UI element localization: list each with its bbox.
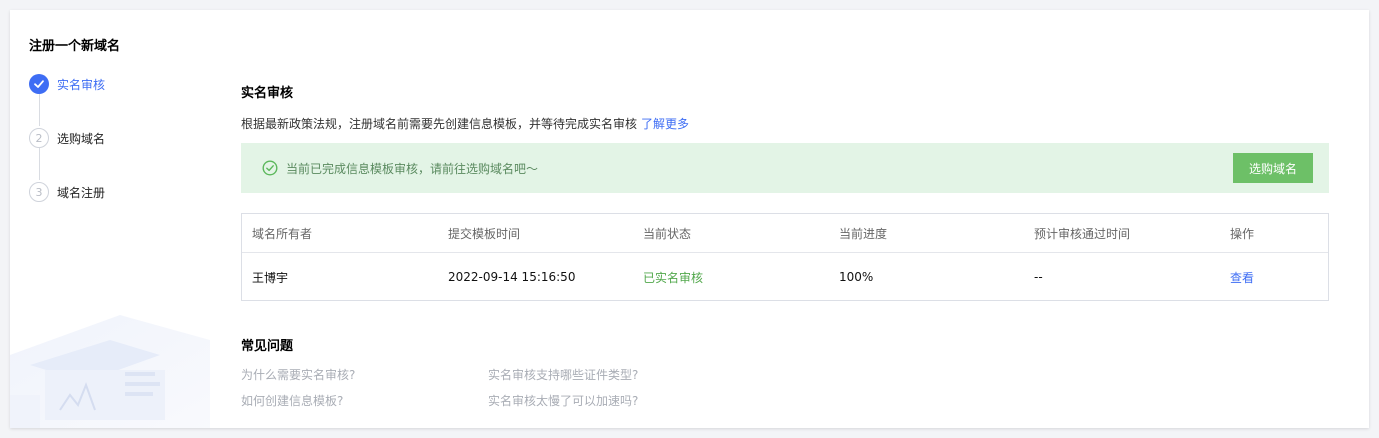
section-title-realname: 实名审核: [241, 86, 294, 101]
step-number: 3: [29, 182, 49, 202]
faq-link[interactable]: 实名审核支持哪些证件类型?: [488, 366, 638, 383]
success-check-icon: [262, 160, 278, 176]
status-cell: 已实名审核: [643, 270, 704, 285]
step-register[interactable]: 3 域名注册: [29, 182, 105, 202]
step-label: 域名注册: [57, 185, 106, 200]
column-header: 域名所有者: [252, 226, 313, 241]
column-header: 当前进度: [839, 226, 888, 241]
audit-table: 域名所有者 提交模板时间 当前状态 当前进度 预计审核通过时间 操作 王博宇 2…: [241, 213, 1329, 301]
owner-cell: 王博宇: [252, 270, 289, 285]
decorative-illustration: [10, 315, 210, 428]
learn-more-link[interactable]: 了解更多: [641, 117, 689, 131]
progress-cell: 100%: [839, 270, 874, 284]
submit-time-cell: 2022-09-14 15:16:50: [448, 270, 576, 284]
column-header: 操作: [1230, 226, 1255, 241]
step-realname[interactable]: 实名审核: [29, 74, 105, 94]
eta-cell: --: [1034, 270, 1043, 284]
success-notice: 当前已完成信息模板审核，请前往选购域名吧～ 选购域名: [241, 143, 1329, 193]
column-header: 当前状态: [643, 226, 692, 241]
table-row: 王博宇 2022-09-14 15:16:50 已实名审核 100% -- 查看: [242, 254, 1328, 300]
column-header: 预计审核通过时间: [1034, 226, 1131, 241]
select-domain-button[interactable]: 选购域名: [1233, 153, 1313, 183]
realname-description: 根据最新政策法规，注册域名前需要先创建信息模板，并等待完成实名审核 了解更多: [241, 115, 689, 132]
description-text: 根据最新政策法规，注册域名前需要先创建信息模板，并等待完成实名审核: [241, 117, 638, 131]
step-label: 实名审核: [57, 77, 106, 92]
section-title-faq: 常见问题: [241, 339, 294, 354]
column-header: 提交模板时间: [448, 226, 521, 241]
table-header: 域名所有者 提交模板时间 当前状态 当前进度 预计审核通过时间 操作: [242, 214, 1328, 253]
faq-link[interactable]: 为什么需要实名审核?: [241, 366, 355, 383]
step-connector: [39, 94, 40, 126]
step-number: 2: [29, 128, 49, 148]
page-title: 注册一个新域名: [29, 39, 121, 54]
faq-link[interactable]: 如何创建信息模板?: [241, 392, 343, 409]
notice-text: 当前已完成信息模板审核，请前往选购域名吧～: [286, 161, 539, 176]
step-label: 选购域名: [57, 131, 106, 146]
step-connector: [39, 148, 40, 180]
faq-link[interactable]: 实名审核太慢了可以加速吗?: [488, 392, 638, 409]
main-card: 注册一个新域名 实名审核 2 选购域名 3 域名注册 实名审核 根据最新政策法规…: [10, 10, 1369, 428]
view-link[interactable]: 查看: [1230, 269, 1254, 286]
check-icon: [29, 74, 49, 94]
step-select-domain[interactable]: 2 选购域名: [29, 128, 105, 148]
